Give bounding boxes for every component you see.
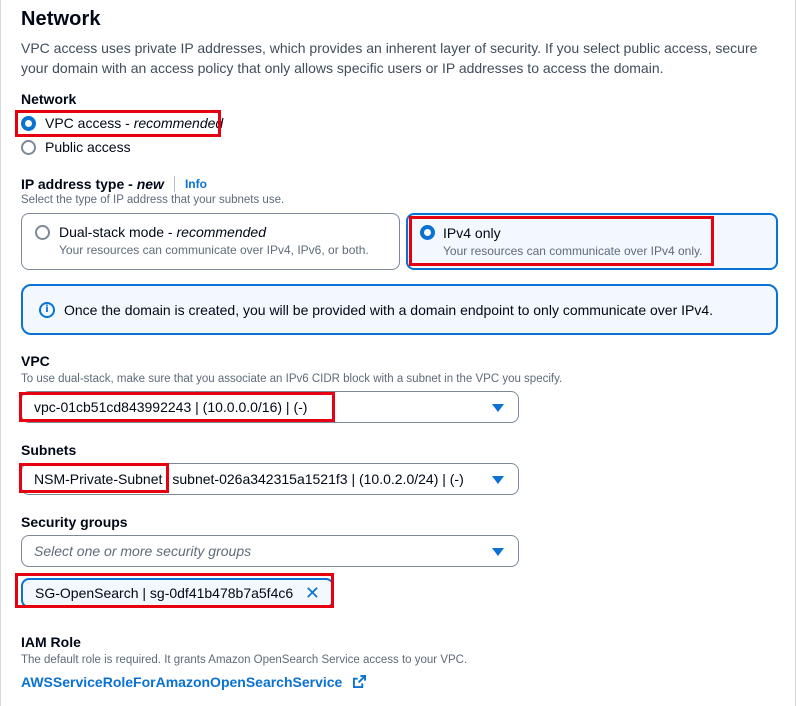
caret-down-icon — [492, 476, 504, 484]
subnet-name: NSM-Private-Subnet — [34, 471, 163, 487]
new-tag: new — [136, 176, 164, 192]
radio-selected-icon[interactable] — [21, 115, 36, 131]
security-group-token: SG-OpenSearch | sg-0df41b478b7a5f4c6 ✕ — [21, 578, 334, 608]
security-groups-select[interactable]: Select one or more security groups — [21, 535, 519, 567]
radio-unselected-icon[interactable] — [21, 139, 36, 155]
recommended-tag: recommended — [133, 115, 224, 131]
radio-public-access[interactable]: Public access — [21, 139, 131, 155]
security-groups-label: Security groups — [21, 514, 128, 530]
section-description: VPC access uses private IP addresses, wh… — [21, 40, 758, 76]
ipv4-only-title: IPv4 only — [443, 225, 501, 241]
ip-type-label: IP address type — [21, 176, 125, 192]
alert-text: Once the domain is created, you will be … — [64, 301, 714, 318]
vpc-description: To use dual-stack, make sure that you as… — [21, 373, 563, 385]
recommended-tag: recommended — [176, 224, 267, 240]
security-groups-placeholder: Select one or more security groups — [34, 543, 252, 559]
ip-type-header: IP address type - new Info — [21, 176, 207, 192]
subnets-select[interactable]: NSM-Private-Subnet subnet-026a342315a152… — [21, 463, 519, 495]
external-link-icon[interactable] — [352, 675, 366, 688]
tile-dual-stack[interactable]: Dual-stack mode - recommended Your resou… — [21, 213, 400, 270]
divider — [173, 176, 175, 192]
radio-vpc-access[interactable]: VPC access - recommended — [21, 115, 223, 131]
vpc-value: vpc-01cb51cd843992243 | (10.0.0.0/16) | … — [34, 399, 308, 415]
ip-type-description: Select the type of IP address that your … — [21, 194, 285, 206]
iam-role-label: IAM Role — [21, 634, 81, 650]
subnets-label: Subnets — [21, 442, 77, 458]
info-alert: i Once the domain is created, you will b… — [21, 284, 778, 335]
dual-stack-description: Your resources can communicate over IPv4… — [59, 243, 369, 257]
radio-selected-icon[interactable] — [420, 225, 435, 240]
section-heading: Network — [21, 8, 101, 30]
info-icon: i — [39, 301, 55, 318]
token-label: SG-OpenSearch | sg-0df41b478b7a5f4c6 — [35, 585, 294, 601]
info-link[interactable]: Info — [185, 177, 207, 191]
caret-down-icon — [492, 404, 504, 412]
vpc-select[interactable]: vpc-01cb51cd843992243 | (10.0.0.0/16) | … — [21, 391, 519, 423]
close-icon[interactable]: ✕ — [305, 585, 320, 603]
subnet-detail: subnet-026a342315a1521f3 | (10.0.2.0/24)… — [172, 471, 464, 487]
vpc-label: VPC — [21, 353, 50, 369]
public-access-label: Public access — [45, 139, 131, 155]
network-panel: Network VPC access uses private IP addre… — [0, 0, 796, 706]
network-label: Network — [21, 91, 77, 107]
vpc-access-label: VPC access — [45, 115, 122, 131]
iam-role-description: The default role is required. It grants … — [21, 654, 468, 666]
dual-stack-title: Dual-stack mode — [59, 224, 165, 240]
caret-down-icon — [492, 548, 504, 556]
iam-role-link[interactable]: AWSServiceRoleForAmazonOpenSearchService — [21, 674, 342, 690]
ipv4-only-description: Your resources can communicate over IPv4… — [443, 244, 703, 258]
radio-unselected-icon[interactable] — [35, 225, 50, 240]
tile-ipv4-only[interactable]: IPv4 only Your resources can communicate… — [406, 213, 778, 270]
